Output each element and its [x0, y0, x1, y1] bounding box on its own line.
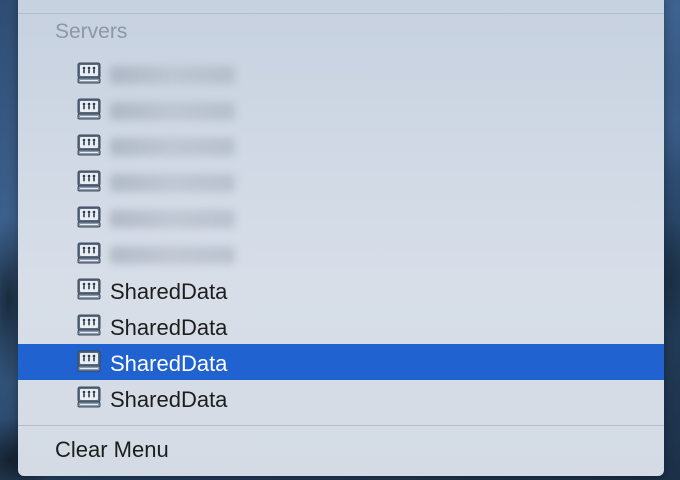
server-name: SharedData: [110, 315, 228, 340]
redacted-server-name: [110, 138, 235, 156]
server-menu-item[interactable]: SharedData: [18, 272, 664, 308]
server-icon: [77, 62, 101, 84]
server-icon: [77, 206, 101, 228]
server-icon: [77, 98, 101, 120]
server-menu-item[interactable]: [18, 92, 664, 128]
server-name: SharedData: [110, 279, 228, 304]
bottom-separator: [18, 425, 664, 426]
server-icon: [77, 278, 101, 300]
clear-menu-item[interactable]: Clear Menu: [55, 437, 169, 463]
redacted-server-name: [110, 174, 235, 192]
server-menu-item[interactable]: [18, 236, 664, 272]
top-separator: [18, 13, 664, 14]
server-icon: [77, 314, 101, 336]
server-icon: [77, 134, 101, 156]
server-icon: [77, 242, 101, 264]
server-icon: [77, 170, 101, 192]
server-menu-item[interactable]: SharedData: [18, 344, 664, 380]
redacted-server-name: [110, 210, 235, 228]
server-icon: [77, 350, 101, 372]
server-menu-item[interactable]: [18, 200, 664, 236]
server-menu-item[interactable]: [18, 128, 664, 164]
recent-servers-menu: Servers SharedData SharedData SharedData Sh…: [18, 0, 664, 476]
server-menu-item[interactable]: SharedData: [18, 308, 664, 344]
redacted-server-name: [110, 66, 235, 84]
server-menu-item[interactable]: SharedData: [18, 380, 664, 416]
redacted-server-name: [110, 246, 235, 264]
servers-section-header: Servers: [55, 20, 128, 43]
server-icon: [77, 386, 101, 408]
server-name: SharedData: [110, 387, 228, 412]
server-menu-item[interactable]: [18, 164, 664, 200]
redacted-server-name: [110, 102, 235, 120]
server-name: SharedData: [110, 351, 228, 376]
server-menu-item[interactable]: [18, 56, 664, 92]
